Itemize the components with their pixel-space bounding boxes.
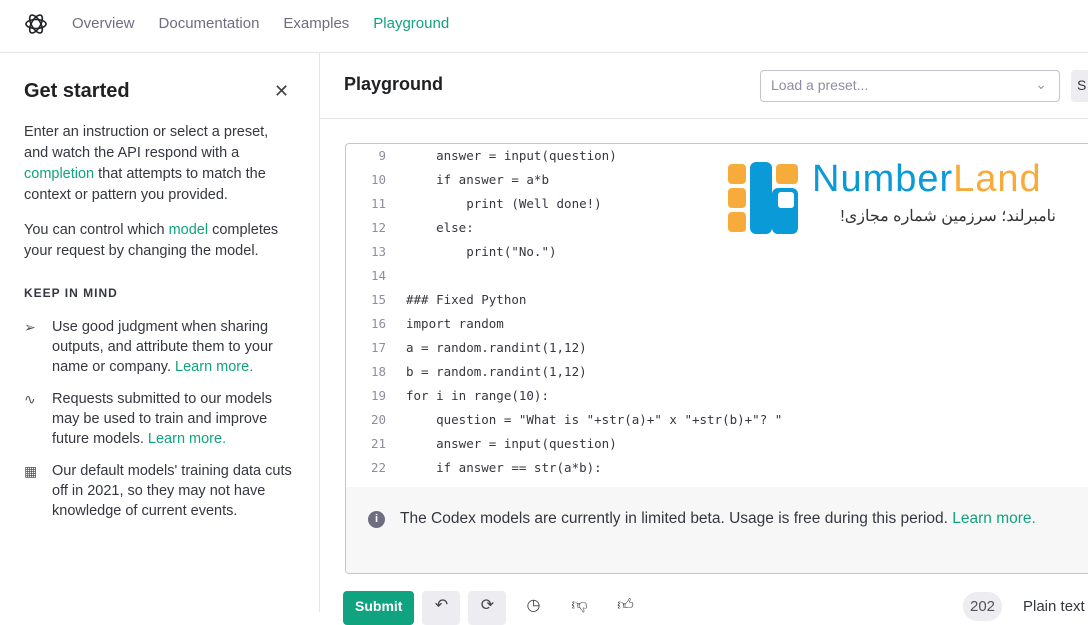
code-line: 20 question = "What is "+str(a)+" x "+st…: [346, 408, 782, 432]
tip-item: ▦ Our default models' training data cuts …: [24, 461, 294, 521]
intro-text-1: Enter an instruction or select a preset,…: [24, 124, 269, 161]
line-content: [386, 264, 406, 288]
code-line: 19 for i in range(10):: [346, 384, 782, 408]
nav-overview[interactable]: Overview: [72, 15, 135, 32]
calendar-icon: ▦: [24, 463, 38, 479]
line-content: ### Fixed Python: [406, 292, 527, 307]
code-line: 13 print("No."): [346, 240, 782, 264]
tip-item: ➢ Use good judgment when sharing outputs,…: [24, 317, 294, 377]
nav-documentation[interactable]: Documentation: [159, 15, 260, 32]
thumbs-up-icon[interactable]: 👍︎: [606, 591, 644, 625]
close-icon[interactable]: ✕: [274, 81, 289, 102]
code-line: 14: [346, 264, 782, 288]
mode-label: Plain text: [1023, 598, 1085, 615]
line-content: for i in range(10):: [406, 388, 549, 403]
learn-more-link[interactable]: Learn more.: [175, 359, 253, 375]
line-number: 22: [370, 460, 386, 475]
activity-icon: ∿: [24, 391, 36, 407]
line-content: b = random.randint(1,12): [406, 364, 587, 379]
info-icon: i: [368, 511, 385, 528]
completion-link[interactable]: completion: [24, 166, 94, 182]
regenerate-icon[interactable]: ⟳: [468, 591, 507, 625]
notice-text: The Codex models are currently in limite…: [400, 510, 953, 527]
model-link[interactable]: model: [169, 222, 209, 238]
brand-tagline: نامبرلند؛ سرزمین شماره مجازی!: [840, 208, 1056, 225]
code-line: 22 if answer == str(a*b):: [346, 456, 782, 480]
line-content: if answer == str(a*b):: [406, 460, 602, 475]
code-line: 12 else:: [346, 216, 782, 240]
get-started-sidebar: Get started ✕ Enter an instruction or se…: [0, 53, 320, 612]
line-content: if answer = a*b: [406, 172, 549, 187]
model-text: You can control which model completes yo…: [24, 220, 289, 262]
undo-icon[interactable]: ↶: [422, 591, 461, 625]
line-number: 9: [378, 148, 386, 163]
code-line: 15 ### Fixed Python: [346, 288, 782, 312]
divider: [320, 118, 1088, 119]
nav-examples[interactable]: Examples: [283, 15, 349, 32]
thumbs-down-icon[interactable]: 👎︎: [560, 591, 598, 625]
code-line: 9 answer = input(question): [346, 144, 782, 168]
beta-notice: i The Codex models are currently in limi…: [346, 487, 1088, 573]
intro-text: Enter an instruction or select a preset,…: [24, 122, 289, 206]
learn-more-link[interactable]: Learn more.: [952, 510, 1036, 527]
line-content: answer = input(question): [406, 436, 617, 451]
preset-placeholder: Load a preset...: [771, 77, 869, 93]
line-number: 10: [370, 172, 386, 187]
line-number: 12: [370, 220, 386, 235]
line-content: answer = input(question): [406, 148, 617, 163]
code-line: 11 print (Well done!): [346, 192, 782, 216]
prompt-editor[interactable]: 9 answer = input(question) 10 if answer =…: [345, 143, 1088, 574]
code-line: 18 b = random.randint(1,12): [346, 360, 782, 384]
tip-text: Our default models' training data cuts o…: [52, 463, 292, 519]
nav-playground[interactable]: Playground: [373, 15, 449, 32]
line-content: a = random.randint(1,12): [406, 340, 587, 355]
brand-name-b: Land: [953, 158, 1042, 200]
line-number: 19: [370, 388, 386, 403]
code-line: 16 import random: [346, 312, 782, 336]
brand-name-a: Number: [812, 158, 954, 200]
line-content: question = "What is "+str(a)+" x "+str(b…: [406, 412, 783, 427]
sidebar-title: Get started: [24, 80, 130, 102]
code-line: 10 if answer = a*b: [346, 168, 782, 192]
line-content: import random: [406, 316, 504, 331]
submit-button[interactable]: Submit: [343, 591, 415, 625]
chevron-down-icon: ⌄: [1035, 76, 1047, 92]
line-number: 14: [370, 268, 386, 283]
line-content: else:: [406, 220, 474, 235]
line-number: 13: [370, 244, 386, 259]
line-content: print("No."): [406, 244, 557, 259]
line-number: 21: [370, 436, 386, 451]
learn-more-link[interactable]: Learn more.: [148, 431, 226, 447]
line-number: 11: [370, 196, 386, 211]
model-text-1: You can control which: [24, 222, 169, 238]
line-number: 20: [370, 412, 386, 427]
line-number: 17: [370, 340, 386, 355]
send-icon: ➢: [24, 319, 36, 335]
keep-in-mind-heading: KEEP IN MIND: [24, 286, 118, 300]
line-number: 18: [370, 364, 386, 379]
token-count: 202: [963, 592, 1003, 621]
line-number: 15: [370, 292, 386, 307]
numberland-watermark: NumberLand نامبرلند؛ سرزمین شماره مجازی!: [728, 158, 1056, 239]
history-icon[interactable]: ◷: [514, 591, 552, 625]
code-line: 17 a = random.randint(1,12): [346, 336, 782, 360]
openai-logo-icon[interactable]: [24, 12, 48, 36]
code-lines: 9 answer = input(question) 10 if answer =…: [346, 144, 782, 480]
page-title: Playground: [344, 74, 444, 94]
preset-select[interactable]: Load a preset... ⌄: [760, 70, 1060, 102]
line-content: print (Well done!): [406, 196, 602, 211]
line-number: 16: [370, 316, 386, 331]
numberland-logo-icon: [728, 162, 798, 234]
tip-item: ∿ Requests submitted to our models may be…: [24, 389, 294, 449]
code-line: 21 answer = input(question): [346, 432, 782, 456]
toolbar: Submit ↶ ⟳ ◷ 👎︎ 👍︎: [343, 591, 644, 625]
save-button[interactable]: S: [1071, 70, 1088, 102]
top-nav: Overview Documentation Examples Playgrou…: [0, 0, 1088, 53]
